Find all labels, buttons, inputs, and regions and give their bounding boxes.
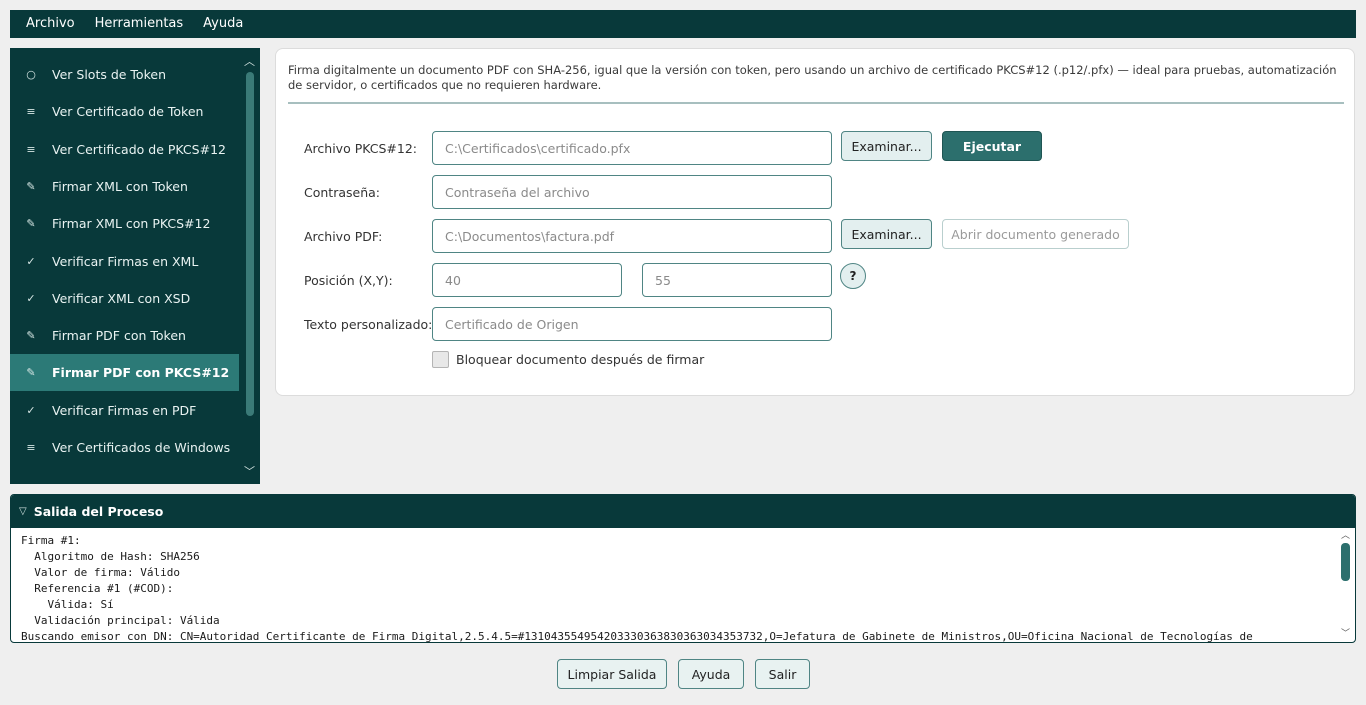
description-divider	[288, 102, 1344, 104]
sidebar-item[interactable]: ✓ Verificar Firmas en XML	[10, 243, 239, 280]
position-help-button[interactable]: ?	[840, 263, 866, 289]
output-log-line: Referencia #1 (#COD):	[21, 582, 174, 595]
help-button[interactable]: Ayuda	[678, 659, 744, 689]
pdf-path-input[interactable]: C:\Documentos\factura.pdf	[432, 219, 832, 253]
sidebar: ○ Ver Slots de Token ≡ Ver Certificado de T…	[10, 48, 260, 484]
sidebar-item[interactable]: ✓ Verificar XML con XSD	[10, 280, 239, 317]
position-label: Posición (X,Y):	[304, 273, 393, 288]
sidebar-item-label: Ver Certificado de Token	[52, 104, 204, 120]
password-input[interactable]: Contraseña del archivo	[432, 175, 832, 209]
output-log-line: Algoritmo de Hash: SHA256	[21, 550, 200, 563]
sidebar-item-label: Firmar PDF con PKCS#12	[52, 365, 230, 381]
sidebar-item-icon: ✎	[26, 366, 36, 380]
menu-ayuda[interactable]: Ayuda	[193, 10, 253, 38]
sidebar-item[interactable]: ✎ Firmar PDF con PKCS#12	[10, 354, 239, 392]
sidebar-item-label: Firmar XML con PKCS#12	[52, 216, 211, 232]
sidebar-scrollbar[interactable]: ︿ ﹀	[243, 54, 256, 478]
lock-document-label[interactable]: Bloquear documento después de firmar	[456, 352, 704, 367]
sidebar-item-icon: ≡	[26, 105, 36, 119]
sidebar-item-icon: ≡	[26, 142, 36, 156]
output-log-line: Buscando emisor con DN: CN=Autoridad Cer…	[21, 630, 1253, 643]
output-log-line: Firma #1:	[21, 534, 81, 547]
menu-bar: Archivo Herramientas Ayuda	[10, 10, 1356, 38]
sidebar-item[interactable]: ✎ Firmar PDF con Token	[10, 317, 239, 354]
password-label: Contraseña:	[304, 185, 380, 200]
sidebar-item-icon: ✓	[26, 403, 36, 417]
form-panel: Firma digitalmente un documento PDF con …	[275, 48, 1355, 396]
sidebar-item-icon: ✎	[26, 217, 36, 231]
output-scroll-up-icon[interactable]: ︿	[1339, 531, 1352, 541]
position-x-input[interactable]: 40	[432, 263, 622, 297]
operation-description: Firma digitalmente un documento PDF con …	[288, 63, 1337, 92]
menu-archivo[interactable]: Archivo	[16, 10, 85, 38]
menu-herramientas[interactable]: Herramientas	[85, 10, 194, 38]
sidebar-item[interactable]: ✎ Firmar XML con PKCS#12	[10, 205, 239, 242]
sidebar-item-label: Firmar XML con Token	[52, 178, 188, 194]
sidebar-scroll-thumb[interactable]	[246, 72, 254, 416]
output-scrollbar[interactable]: ︿ ﹀	[1339, 531, 1352, 641]
output-log-line: Validación principal: Válida	[21, 614, 220, 627]
sidebar-item-icon: ✓	[26, 254, 36, 268]
sidebar-item-icon: ≡	[26, 441, 36, 454]
sidebar-item-label: Verificar XML con XSD	[52, 290, 191, 306]
sidebar-item[interactable]: ≡ Ver Certificado de PKCS#12	[10, 131, 239, 168]
sidebar-item-icon: ✎	[26, 179, 36, 193]
execute-button[interactable]: Ejecutar	[942, 131, 1042, 161]
sidebar-item-label: Ver Certificados de Windows	[52, 440, 231, 455]
output-title: Salida del Proceso	[33, 504, 164, 519]
output-log-line: Valor de firma: Válido	[21, 566, 180, 579]
sidebar-item-label: Ver Slots de Token	[52, 67, 166, 82]
exit-button[interactable]: Salir	[755, 659, 810, 689]
sidebar-item[interactable]: ≡ Ver Certificado de Token	[10, 93, 239, 130]
collapse-triangle-icon[interactable]: ▽	[19, 506, 27, 517]
sidebar-item-label: Firmar PDF con Token	[52, 328, 186, 344]
output-log[interactable]: Firma #1: Algoritmo de Hash: SHA256 Valo…	[21, 533, 1333, 643]
output-log-line: Válida: Sí	[21, 598, 114, 611]
sidebar-item[interactable]: ≡ Ver Certificados de Windows	[10, 429, 239, 466]
sidebar-item-icon: ✓	[26, 291, 36, 305]
pkcs12-path-input[interactable]: C:\Certificados\certificado.pfx	[432, 131, 832, 165]
pkcs12-label: Archivo PKCS#12:	[304, 141, 418, 156]
sidebar-item[interactable]: ✓ Verificar Firmas en PDF	[10, 392, 239, 429]
lock-document-checkbox[interactable]	[432, 351, 449, 368]
custom-text-label: Texto personalizado:	[304, 317, 433, 332]
sidebar-item[interactable]: ○ Ver Slots de Token	[10, 56, 239, 93]
scroll-down-icon[interactable]: ﹀	[243, 466, 256, 478]
sidebar-item[interactable]: ✎ Firmar XML con Token	[10, 168, 239, 205]
pdf-label: Archivo PDF:	[304, 229, 383, 244]
output-header[interactable]: ▽ Salida del Proceso	[11, 495, 1355, 528]
output-scroll-down-icon[interactable]: ﹀	[1339, 629, 1352, 639]
custom-text-input[interactable]: Certificado de Origen	[432, 307, 832, 341]
browse-pdf-button[interactable]: Examinar...	[841, 219, 932, 249]
position-y-input[interactable]: 55	[642, 263, 832, 297]
sidebar-item-icon: ✎	[26, 329, 36, 343]
clear-output-button[interactable]: Limpiar Salida	[557, 659, 667, 689]
sidebar-item-label: Verificar Firmas en XML	[52, 253, 199, 269]
browse-pkcs12-button[interactable]: Examinar...	[841, 131, 932, 161]
output-panel: ▽ Salida del Proceso Firma #1: Algoritmo…	[10, 494, 1356, 643]
open-generated-button[interactable]: Abrir documento generado	[942, 219, 1129, 249]
output-scroll-thumb[interactable]	[1341, 543, 1350, 581]
scroll-up-icon[interactable]: ︿	[243, 56, 256, 68]
sidebar-item-label: Verificar Firmas en PDF	[52, 402, 197, 418]
sidebar-item-label: Ver Certificado de PKCS#12	[52, 141, 226, 157]
sidebar-item-icon: ○	[26, 68, 36, 81]
